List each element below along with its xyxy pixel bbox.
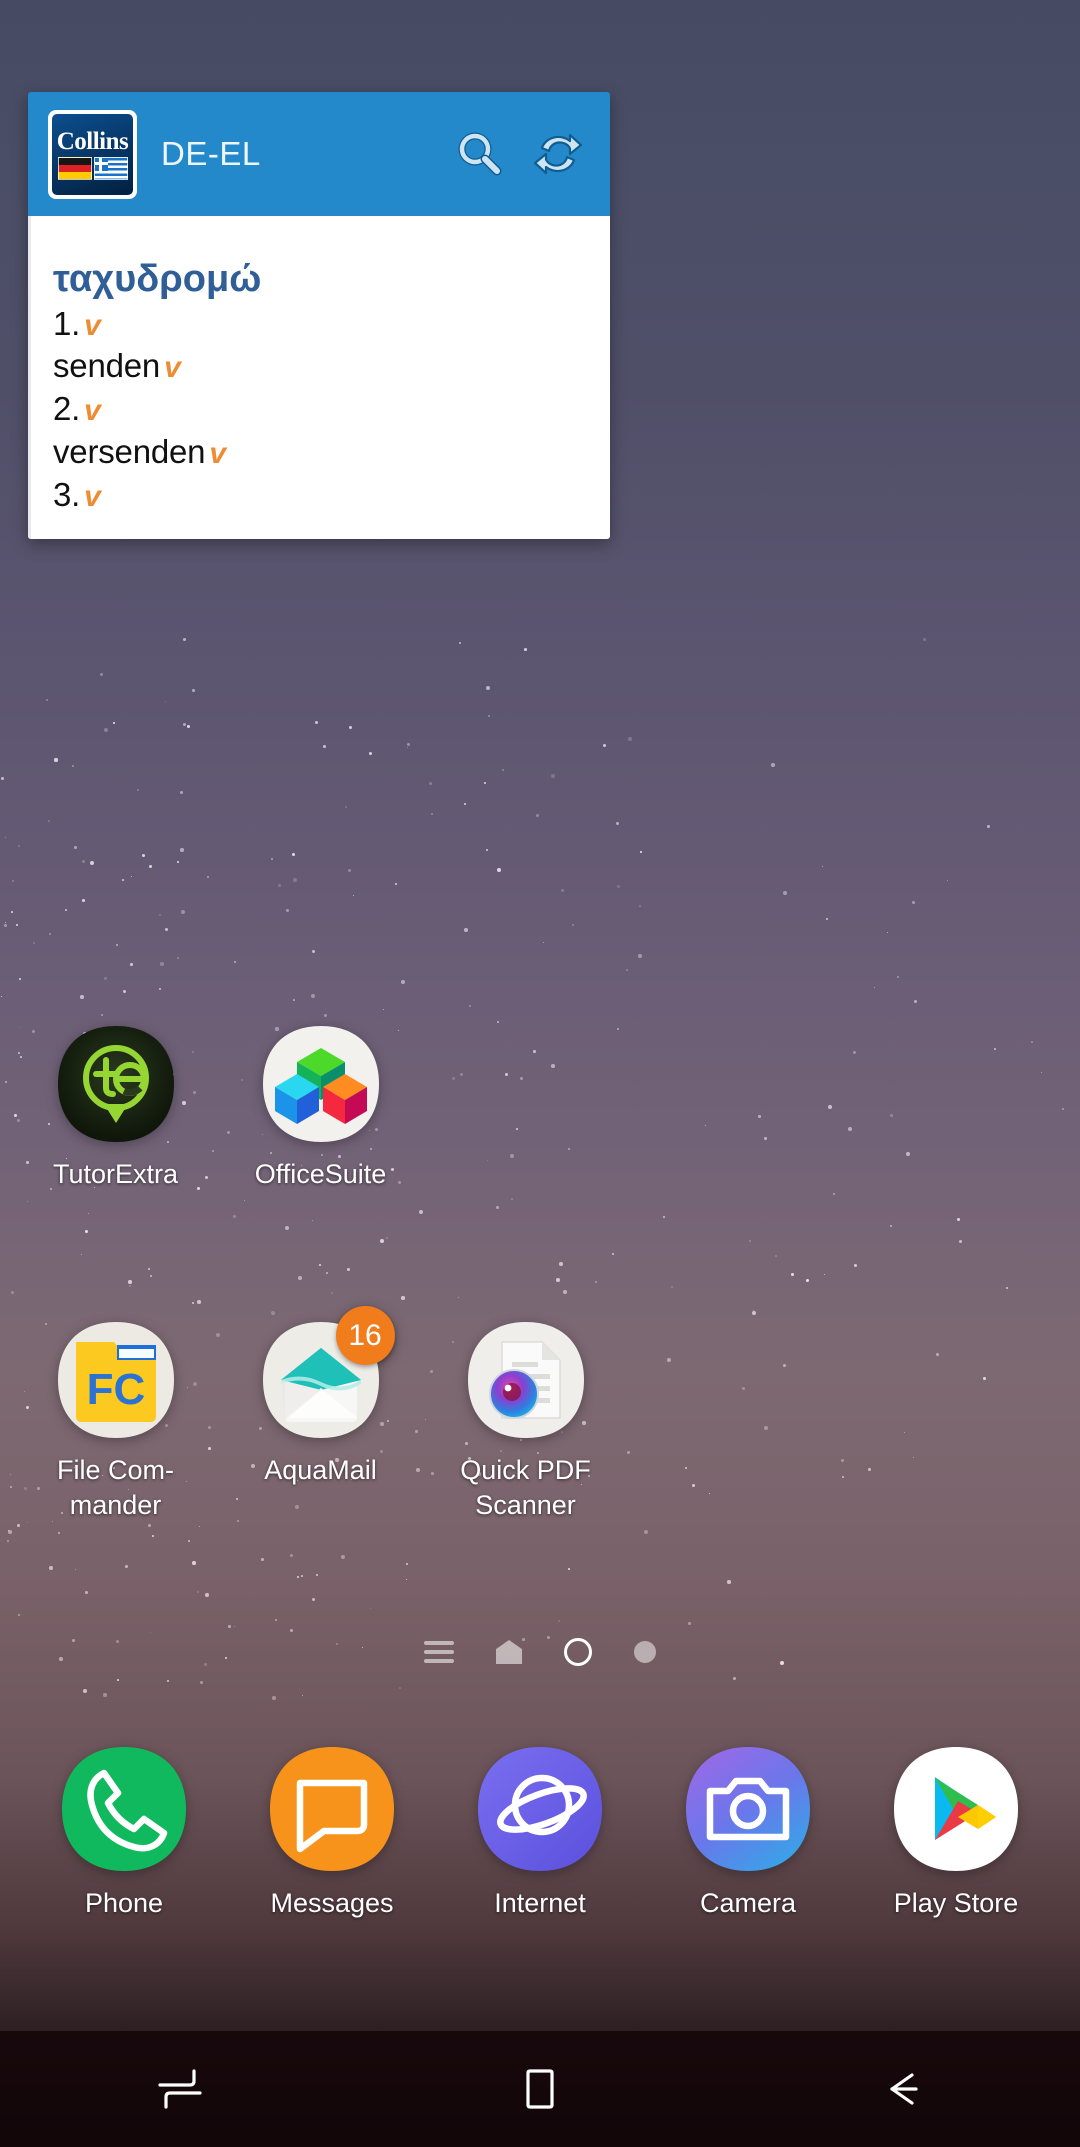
dictionary-headword: ταχυδρομώ — [53, 258, 262, 300]
page-indicator-apps-icon[interactable] — [424, 1641, 454, 1663]
app-officesuite[interactable]: OfficeSuite — [218, 1024, 423, 1192]
app-label: TutorExtra — [52, 1159, 179, 1189]
play-store-icon[interactable] — [892, 1745, 1020, 1873]
camera-icon[interactable] — [684, 1745, 812, 1873]
app-label: Quick PDF Scanner — [460, 1455, 591, 1520]
app-file-commander[interactable]: FC File Com- mander — [13, 1320, 218, 1522]
navigation-bar — [0, 2031, 1080, 2147]
svg-text:FC: FC — [86, 1365, 145, 1414]
app-label: Internet — [494, 1888, 586, 1918]
app-grid-row-1: TutorExtra OfficeSuite — [0, 1024, 1080, 1192]
page-indicator — [0, 1638, 1080, 1666]
collins-wordmark: Collins — [56, 127, 129, 155]
tutorextra-icon[interactable] — [56, 1024, 176, 1144]
dictionary-entry: 1. v — [53, 303, 584, 346]
dock: Phone Messages Internet Camera Play Stor… — [0, 1745, 1080, 1921]
app-quick-pdf-scanner[interactable]: Quick PDF Scanner — [423, 1320, 628, 1522]
entry-pos: v — [84, 394, 101, 428]
dictionary-entry: 2. v — [53, 388, 584, 431]
dictionary-entry: 3. v — [53, 474, 584, 517]
collins-app-logo[interactable]: Collins — [48, 109, 137, 199]
widget-actions — [454, 128, 584, 180]
dock-app-phone[interactable]: Phone — [29, 1745, 219, 1921]
widget-content[interactable]: ταχυδρομώ 1. v senden v 2. v versenden v 3. v — [28, 216, 610, 539]
app-label: AquaMail — [264, 1455, 377, 1485]
notification-badge: 16 — [335, 1306, 395, 1365]
page-indicator-dot[interactable] — [634, 1641, 656, 1663]
quick-pdf-scanner-icon[interactable] — [466, 1320, 586, 1440]
dictionary-entry: senden v — [53, 345, 584, 388]
entry-translation: senden — [53, 347, 161, 385]
dictionary-entry: versenden v — [53, 431, 584, 474]
language-flags — [57, 156, 128, 180]
app-label: Camera — [699, 1888, 797, 1918]
app-label: OfficeSuite — [254, 1159, 387, 1189]
app-label: Play Store — [893, 1888, 1019, 1918]
refresh-icon[interactable] — [532, 128, 584, 180]
entry-pos: v — [84, 480, 101, 514]
page-indicator-active-dot[interactable] — [564, 1638, 592, 1666]
entry-number: 1. — [53, 304, 81, 342]
dock-app-play-store[interactable]: Play Store — [861, 1745, 1051, 1921]
app-label: Messages — [270, 1888, 394, 1918]
dock-app-internet[interactable]: Internet — [445, 1745, 635, 1921]
recents-icon[interactable] — [120, 2054, 240, 2124]
search-icon[interactable] — [454, 128, 506, 180]
home-icon[interactable] — [480, 2054, 600, 2124]
entry-pos: v — [84, 308, 101, 342]
entry-translation: versenden — [53, 433, 206, 471]
dock-app-messages[interactable]: Messages — [237, 1745, 427, 1921]
app-grid-row-2: FC File Com- mander 16 AquaMail Quick PD… — [0, 1306, 1080, 1522]
page-indicator-home-icon[interactable] — [496, 1640, 522, 1664]
german-flag-icon — [57, 156, 92, 180]
internet-icon[interactable] — [476, 1745, 604, 1873]
app-label: File Com- mander — [56, 1455, 174, 1520]
phone-icon[interactable] — [60, 1745, 188, 1873]
messages-icon[interactable] — [268, 1745, 396, 1873]
entry-number: 2. — [53, 390, 81, 428]
app-label: Phone — [84, 1888, 164, 1918]
app-tutorextra[interactable]: TutorExtra — [13, 1024, 218, 1192]
back-icon[interactable] — [840, 2054, 960, 2124]
collins-dictionary-widget[interactable]: Collins DE-EL ταχυδρομώ 1. v senden v 2.… — [28, 92, 610, 539]
widget-header: Collins DE-EL — [28, 92, 610, 216]
language-pair-label: DE-EL — [161, 135, 261, 172]
entry-pos: v — [209, 437, 226, 471]
entry-pos: v — [164, 351, 181, 385]
entry-number: 3. — [53, 476, 81, 514]
file-commander-icon[interactable]: FC — [56, 1320, 176, 1440]
aquamail-icon[interactable]: 16 — [261, 1306, 395, 1440]
app-aquamail[interactable]: 16 AquaMail — [218, 1306, 423, 1522]
officesuite-icon[interactable] — [261, 1024, 381, 1144]
dock-app-camera[interactable]: Camera — [653, 1745, 843, 1921]
greek-flag-icon — [93, 156, 128, 180]
